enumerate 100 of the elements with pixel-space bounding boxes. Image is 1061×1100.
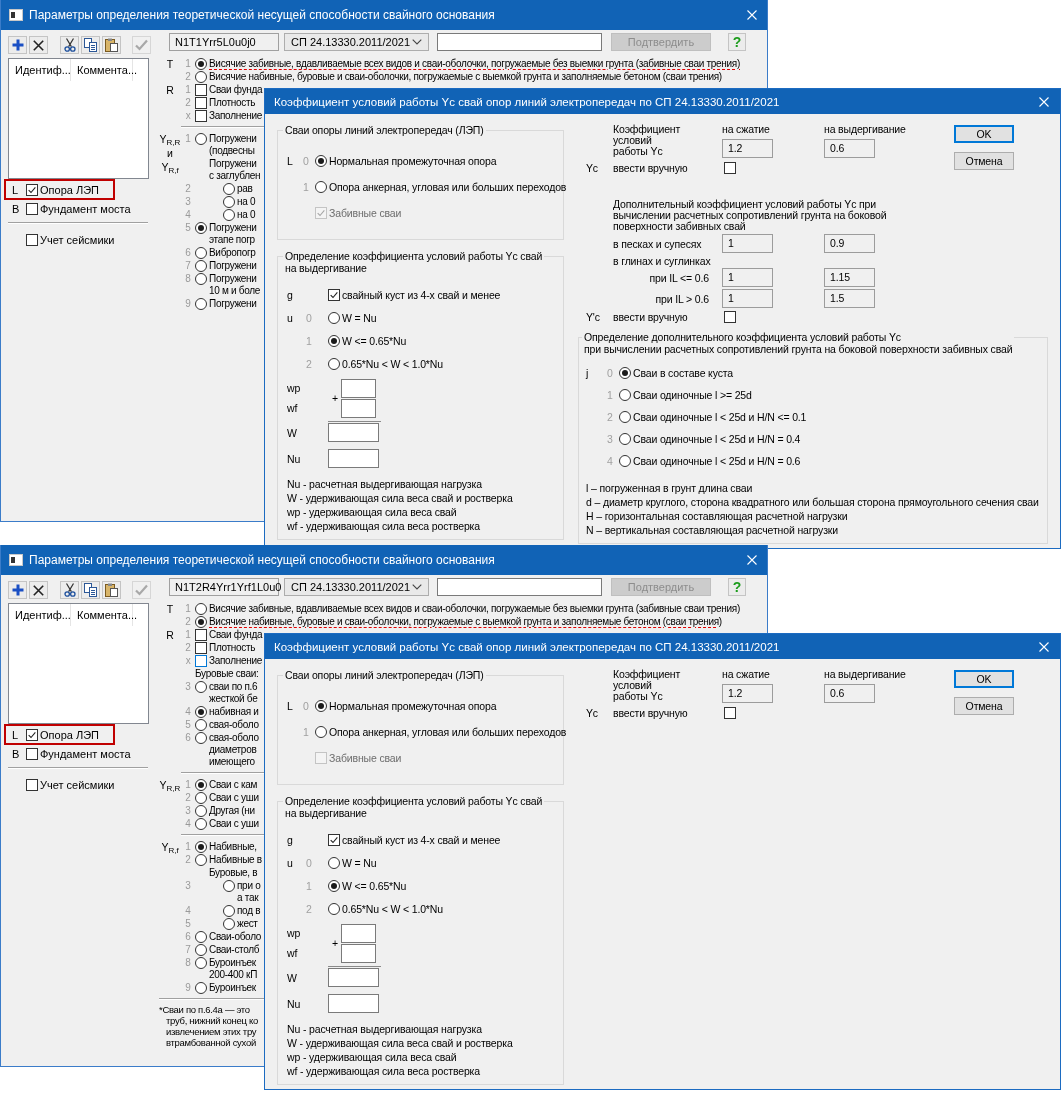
checkbox-label[interactable]: Опора ЛЭП <box>40 728 99 741</box>
dialog-button[interactable]: Отмена <box>954 697 1014 715</box>
radio-button[interactable] <box>619 455 631 467</box>
option-label[interactable]: свая-оболо <box>209 718 259 731</box>
checkbox[interactable] <box>724 162 736 174</box>
checkbox-label[interactable]: ввести вручную <box>613 707 722 719</box>
radio-button[interactable] <box>223 904 235 917</box>
checkbox[interactable] <box>195 109 207 122</box>
radio-button[interactable] <box>195 817 207 830</box>
radio-button[interactable] <box>195 791 207 804</box>
column-header[interactable]: Идентиф... <box>9 604 71 626</box>
radio-button[interactable] <box>195 221 207 234</box>
number-field[interactable] <box>328 994 379 1013</box>
checkbox[interactable] <box>195 641 207 654</box>
column-header[interactable]: Идентиф... <box>9 59 71 81</box>
option-label[interactable]: Буроинъек 200-400 кП <box>209 956 258 981</box>
option-label[interactable]: жест <box>237 917 258 930</box>
number-field[interactable] <box>328 968 379 987</box>
checkbox-label[interactable]: Учет сейсмики <box>40 233 115 246</box>
checkbox-label[interactable]: свайный куст из 4-х свай и менее <box>342 833 501 846</box>
copy-button[interactable] <box>81 581 100 599</box>
input-field[interactable] <box>437 578 602 596</box>
option-label[interactable]: Сваи одиночные l >= 25d <box>633 389 752 401</box>
checkbox[interactable] <box>328 833 340 846</box>
radio-button[interactable] <box>223 879 235 892</box>
radio-button[interactable] <box>195 853 207 866</box>
option-label[interactable]: Сваи с уши <box>209 791 259 804</box>
number-field[interactable]: 1 <box>722 234 773 253</box>
radio-button[interactable] <box>223 917 235 930</box>
radio-button[interactable] <box>315 726 327 738</box>
number-field[interactable]: 0.9 <box>824 234 875 253</box>
option-label[interactable]: 0.65*Nu < W < 1.0*Nu <box>342 902 443 915</box>
number-field[interactable]: 1.2 <box>722 684 773 703</box>
radio-button[interactable] <box>619 389 631 401</box>
radio-button[interactable] <box>195 132 207 145</box>
number-field[interactable] <box>341 378 376 398</box>
option-label[interactable]: под в <box>237 904 261 917</box>
option-label[interactable]: W = Nu <box>342 856 377 869</box>
checkbox[interactable] <box>195 628 207 641</box>
option-label[interactable]: Вибропогр <box>209 246 256 259</box>
code-field[interactable]: N1T1Yrr5L0u0j0 <box>169 33 279 51</box>
checkbox[interactable] <box>328 288 340 301</box>
option-label[interactable]: Сваи с кам <box>209 778 258 791</box>
option-label[interactable]: свая-оболо диаметров имеющего <box>209 731 259 768</box>
checkbox-label[interactable]: свайный куст из 4-х свай и менее <box>342 288 501 301</box>
close-icon[interactable] <box>1039 96 1049 107</box>
option-label[interactable]: Заполнение <box>209 109 262 122</box>
radio-button[interactable] <box>195 602 207 615</box>
checkbox[interactable] <box>26 183 38 196</box>
number-field[interactable] <box>328 449 379 468</box>
code-field[interactable]: N1T2R4Yrr1Yrf1L0u0 <box>169 578 279 596</box>
option-label[interactable]: Висячие забивные, вдавливаемые всех видов и сваи-оболочки, погружаемые без выемки грунта (забивные сваи трения) <box>209 57 740 70</box>
number-field[interactable] <box>341 943 376 963</box>
paste-button[interactable] <box>102 36 121 54</box>
option-label[interactable]: Сваи с уши <box>209 817 259 830</box>
norm-dropdown[interactable]: СП 24.13330.2011/2021 <box>284 578 429 596</box>
option-label[interactable]: Нормальная промежуточная опора <box>329 700 497 712</box>
radio-button[interactable] <box>315 155 327 167</box>
option-label[interactable]: Висячие забивные, вдавливаемые всех видов и сваи-оболочки, погружаемые без выемки грунта (забивные сваи трения) <box>209 602 740 615</box>
option-label[interactable]: Буроинъек <box>209 981 256 994</box>
number-field[interactable]: 1 <box>722 268 773 287</box>
add-button[interactable] <box>8 581 27 599</box>
radio-button[interactable] <box>195 840 207 853</box>
radio-button[interactable] <box>195 70 207 83</box>
checkbox-label[interactable]: Фундамент моста <box>40 203 131 215</box>
radio-button[interactable] <box>195 705 207 718</box>
checkbox-label[interactable]: ввести вручную <box>613 162 722 174</box>
checkbox-label[interactable]: Учет сейсмики <box>40 778 115 791</box>
option-label[interactable]: Сваи-столб <box>209 943 260 956</box>
radio-button[interactable] <box>328 357 340 370</box>
close-icon[interactable] <box>747 10 757 20</box>
checkbox[interactable] <box>26 728 38 741</box>
dialog-button[interactable]: OK <box>954 125 1014 143</box>
radio-button[interactable] <box>195 981 207 994</box>
input-field[interactable] <box>437 33 602 51</box>
option-label[interactable]: W <= 0.65*Nu <box>342 879 407 892</box>
radio-button[interactable] <box>195 246 207 259</box>
norm-dropdown[interactable]: СП 24.13330.2011/2021 <box>284 33 429 51</box>
number-field[interactable]: 1 <box>722 289 773 308</box>
radio-button[interactable] <box>195 804 207 817</box>
option-label[interactable]: Сваи-оболо <box>209 930 262 943</box>
radio-button[interactable] <box>223 182 235 195</box>
checkbox[interactable] <box>26 203 38 215</box>
checkbox[interactable] <box>195 96 207 109</box>
option-label[interactable]: рав <box>237 182 253 195</box>
delete-button[interactable] <box>29 581 48 599</box>
cut-button[interactable] <box>60 36 79 54</box>
copy-button[interactable] <box>81 36 100 54</box>
add-button[interactable] <box>8 36 27 54</box>
option-label[interactable]: Сваи фунда <box>209 628 263 641</box>
option-label[interactable]: Погружени (подвесны <box>209 132 257 157</box>
list-box[interactable]: Идентиф... Коммента... <box>8 603 149 724</box>
number-field[interactable] <box>341 398 376 418</box>
option-label[interactable]: Опора анкерная, угловая или больших переходов <box>329 181 567 193</box>
option-label[interactable]: Сваи одиночные l < 25d и H/N = 0.6 <box>633 455 801 467</box>
radio-button[interactable] <box>223 195 235 208</box>
checkbox-label[interactable]: Опора ЛЭП <box>40 183 99 196</box>
number-field[interactable]: 0.6 <box>824 139 875 158</box>
checkbox[interactable] <box>724 311 736 323</box>
delete-button[interactable] <box>29 36 48 54</box>
